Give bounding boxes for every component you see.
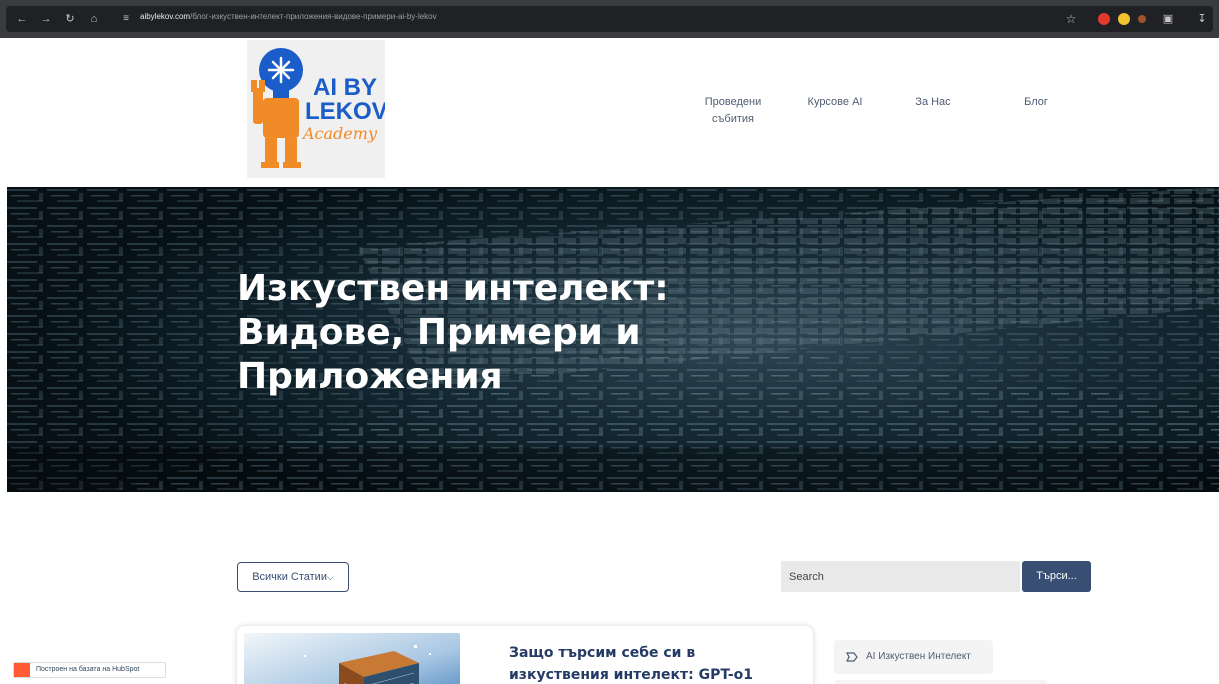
extensions-puzzle-icon[interactable]: ▣ (1160, 11, 1176, 27)
logo-subtext: Academy (303, 124, 377, 143)
chevron-down-icon: ⌵ (326, 572, 334, 582)
search-input[interactable] (781, 561, 1020, 592)
reload-icon[interactable]: ↻ (62, 11, 78, 27)
nav-link-events[interactable]: Проведени събития (698, 94, 768, 128)
hubspot-badge[interactable]: Построен на базата на HubSpot (13, 662, 166, 678)
tag-label: AI Изкуствен Интелект (866, 651, 971, 662)
extension-icon[interactable] (1118, 13, 1130, 25)
back-icon[interactable]: ← (14, 11, 30, 27)
post-thumbnail[interactable] (244, 633, 460, 684)
category-filter-dropdown[interactable]: Всички Статии⌵ (237, 562, 349, 592)
forward-icon[interactable]: → (38, 11, 54, 27)
site-logo[interactable]: AI BY LEKOV Academy (247, 40, 385, 178)
url-text: aibylekov.com/блог-изкуствен-интелект-пр… (140, 12, 437, 21)
download-icon[interactable]: ↧ (1194, 11, 1210, 27)
search-button[interactable]: Търси... (1022, 561, 1091, 592)
sidebar-tag[interactable] (834, 680, 1048, 684)
filter-label: Всички Статии (252, 571, 327, 583)
nav-link-blog[interactable]: Блог (1016, 94, 1056, 111)
browser-toolbar: ← → ↻ ⌂ ≡ aibylekov.com/блог-изкуствен-и… (0, 0, 1219, 38)
extension-icon[interactable] (1098, 13, 1110, 25)
post-card[interactable]: Защо търсим себе си в изкуствения интеле… (237, 626, 813, 684)
url-host: aibylekov.com (140, 12, 191, 21)
browser-chrome: ← → ↻ ⌂ ≡ aibylekov.com/блог-изкуствен-и… (6, 6, 1213, 32)
tag-icon (846, 652, 858, 662)
address-bar[interactable]: ≡ aibylekov.com/блог-изкуствен-интелект-… (118, 9, 1088, 29)
hero-banner: Изкуствен интелект: Видове, Примери и Пр… (7, 187, 1219, 492)
nav-link-about[interactable]: За Нас (908, 94, 958, 111)
url-path: /блог-изкуствен-интелект-приложения-видо… (190, 12, 437, 21)
main-navigation: Проведени събития Курсове AI За Нас Блог (650, 94, 1080, 134)
post-thumbnail-image (244, 633, 460, 684)
bookmark-star-icon[interactable]: ☆ (1063, 11, 1079, 27)
hubspot-icon (14, 663, 30, 677)
page-title: Изкуствен интелект: Видове, Примери и Пр… (237, 268, 669, 397)
nav-link-courses[interactable]: Курсове AI (800, 94, 870, 111)
post-title[interactable]: Защо търсим себе си в изкуствения интеле… (509, 642, 789, 684)
sidebar-tag-ai[interactable]: AI Изкуствен Интелект (834, 640, 993, 674)
logo-text: LEKOV (305, 98, 385, 125)
hubspot-label: Построен на базата на HubSpot (36, 666, 140, 673)
extension-icon[interactable] (1138, 15, 1146, 23)
site-info-icon[interactable]: ≡ (118, 11, 134, 27)
page: ← → ↻ ⌂ ≡ aibylekov.com/блог-изкуствен-и… (0, 0, 1219, 684)
home-icon[interactable]: ⌂ (86, 11, 102, 27)
